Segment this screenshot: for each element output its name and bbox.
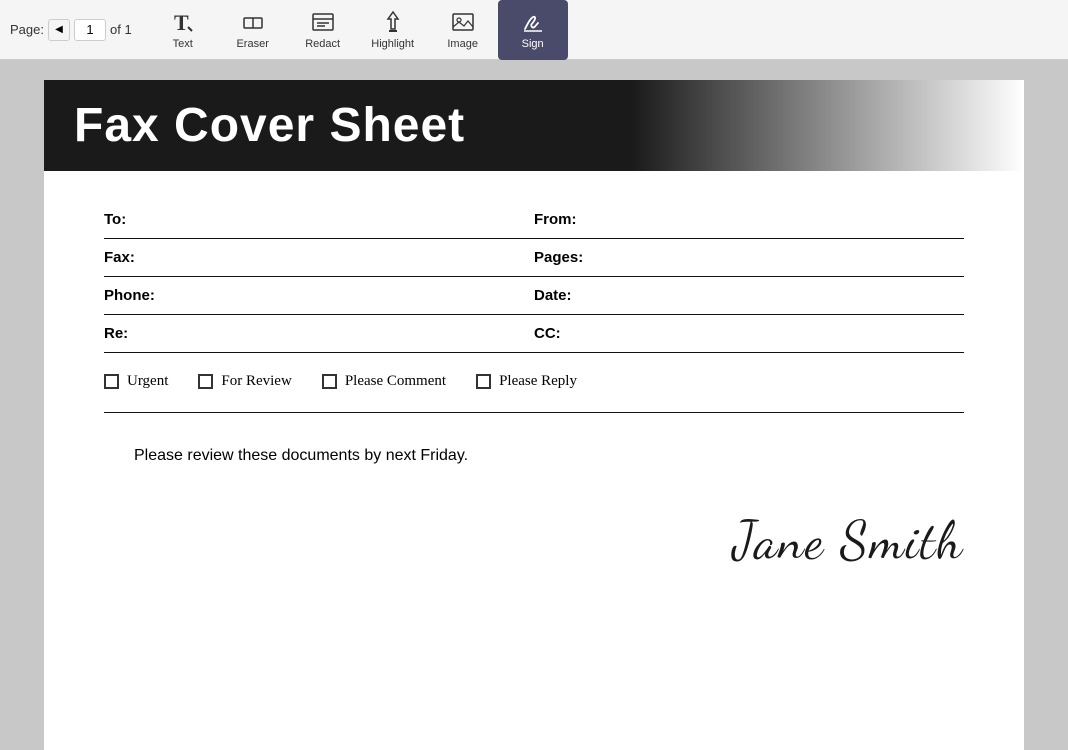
document: Fax Cover Sheet To: From: Fax: xyxy=(44,80,1024,750)
from-value xyxy=(594,228,964,230)
from-cell: From: xyxy=(534,211,964,230)
urgent-label: Urgent xyxy=(127,373,168,390)
toolbar: Page: ◀ of 1 T Text Eraser xyxy=(0,0,1068,60)
message-text: Please review these documents by next Fr… xyxy=(134,447,468,464)
fax-header: Fax Cover Sheet xyxy=(44,80,1024,171)
from-label: From: xyxy=(534,211,594,230)
highlight-tool-label: Highlight xyxy=(371,38,414,50)
highlight-tool-button[interactable]: Highlight xyxy=(358,0,428,60)
re-label: Re: xyxy=(104,325,164,344)
eraser-tool-label: Eraser xyxy=(236,38,268,50)
image-icon xyxy=(450,9,476,35)
page-navigation: Page: ◀ of 1 xyxy=(10,19,132,41)
main-content: Fax Cover Sheet To: From: Fax: xyxy=(0,60,1068,750)
form-row-phone-date: Phone: Date: xyxy=(104,277,964,315)
for-review-label: For Review xyxy=(221,373,291,390)
re-cell: Re: xyxy=(104,325,534,344)
checkbox-please-reply[interactable]: Please Reply xyxy=(476,373,577,390)
to-label: To: xyxy=(104,211,164,230)
for-review-checkbox-box[interactable] xyxy=(198,374,213,389)
date-value xyxy=(594,304,964,306)
sign-tool-label: Sign xyxy=(522,38,544,50)
date-cell: Date: xyxy=(534,287,964,306)
signature-area: Jane Smith xyxy=(44,509,1024,612)
page-number-input[interactable] xyxy=(74,19,106,41)
cc-cell: CC: xyxy=(534,325,964,344)
total-pages: of 1 xyxy=(110,22,132,37)
checkbox-please-comment[interactable]: Please Comment xyxy=(322,373,446,390)
image-tool-label: Image xyxy=(447,38,478,50)
phone-label: Phone: xyxy=(104,287,164,306)
to-cell: To: xyxy=(104,211,534,230)
form-row-re-cc: Re: CC: xyxy=(104,315,964,353)
checkbox-urgent[interactable]: Urgent xyxy=(104,373,168,390)
page-label: Page: xyxy=(10,22,44,37)
phone-cell: Phone: xyxy=(104,287,534,306)
please-comment-label: Please Comment xyxy=(345,373,446,390)
signature: Jane Smith xyxy=(44,509,964,572)
please-comment-checkbox-box[interactable] xyxy=(322,374,337,389)
checkbox-for-review[interactable]: For Review xyxy=(198,373,291,390)
to-value xyxy=(164,228,534,230)
text-tool-label: Text xyxy=(173,38,193,50)
date-label: Date: xyxy=(534,287,594,306)
pages-label: Pages: xyxy=(534,249,594,268)
form-body: To: From: Fax: Pages: xyxy=(44,201,1024,509)
cc-value xyxy=(594,342,964,344)
prev-page-button[interactable]: ◀ xyxy=(48,19,70,41)
highlight-icon xyxy=(380,9,406,35)
sign-icon xyxy=(520,9,546,35)
please-reply-label: Please Reply xyxy=(499,373,577,390)
pages-value xyxy=(594,266,964,268)
fax-label: Fax: xyxy=(104,249,164,268)
svg-text:T: T xyxy=(174,10,189,35)
text-icon: T xyxy=(170,9,196,35)
urgent-checkbox-box[interactable] xyxy=(104,374,119,389)
fax-value xyxy=(164,266,534,268)
checkbox-row: Urgent For Review Please Comment Please … xyxy=(104,353,964,406)
re-value xyxy=(164,342,534,344)
please-reply-checkbox-box[interactable] xyxy=(476,374,491,389)
redact-tool-button[interactable]: Redact xyxy=(288,0,358,60)
redact-tool-label: Redact xyxy=(305,38,340,50)
message-body: Please review these documents by next Fr… xyxy=(104,443,964,509)
sign-tool-button[interactable]: Sign xyxy=(498,0,568,60)
pages-cell: Pages: xyxy=(534,249,964,268)
fax-cell: Fax: xyxy=(104,249,534,268)
phone-value xyxy=(164,304,534,306)
form-row-to-from: To: From: xyxy=(104,201,964,239)
eraser-icon xyxy=(240,9,266,35)
text-tool-button[interactable]: T Text xyxy=(148,0,218,60)
eraser-tool-button[interactable]: Eraser xyxy=(218,0,288,60)
separator-line xyxy=(104,412,964,413)
fax-title: Fax Cover Sheet xyxy=(74,98,994,153)
redact-icon xyxy=(310,9,336,35)
form-row-fax-pages: Fax: Pages: xyxy=(104,239,964,277)
cc-label: CC: xyxy=(534,325,594,344)
image-tool-button[interactable]: Image xyxy=(428,0,498,60)
